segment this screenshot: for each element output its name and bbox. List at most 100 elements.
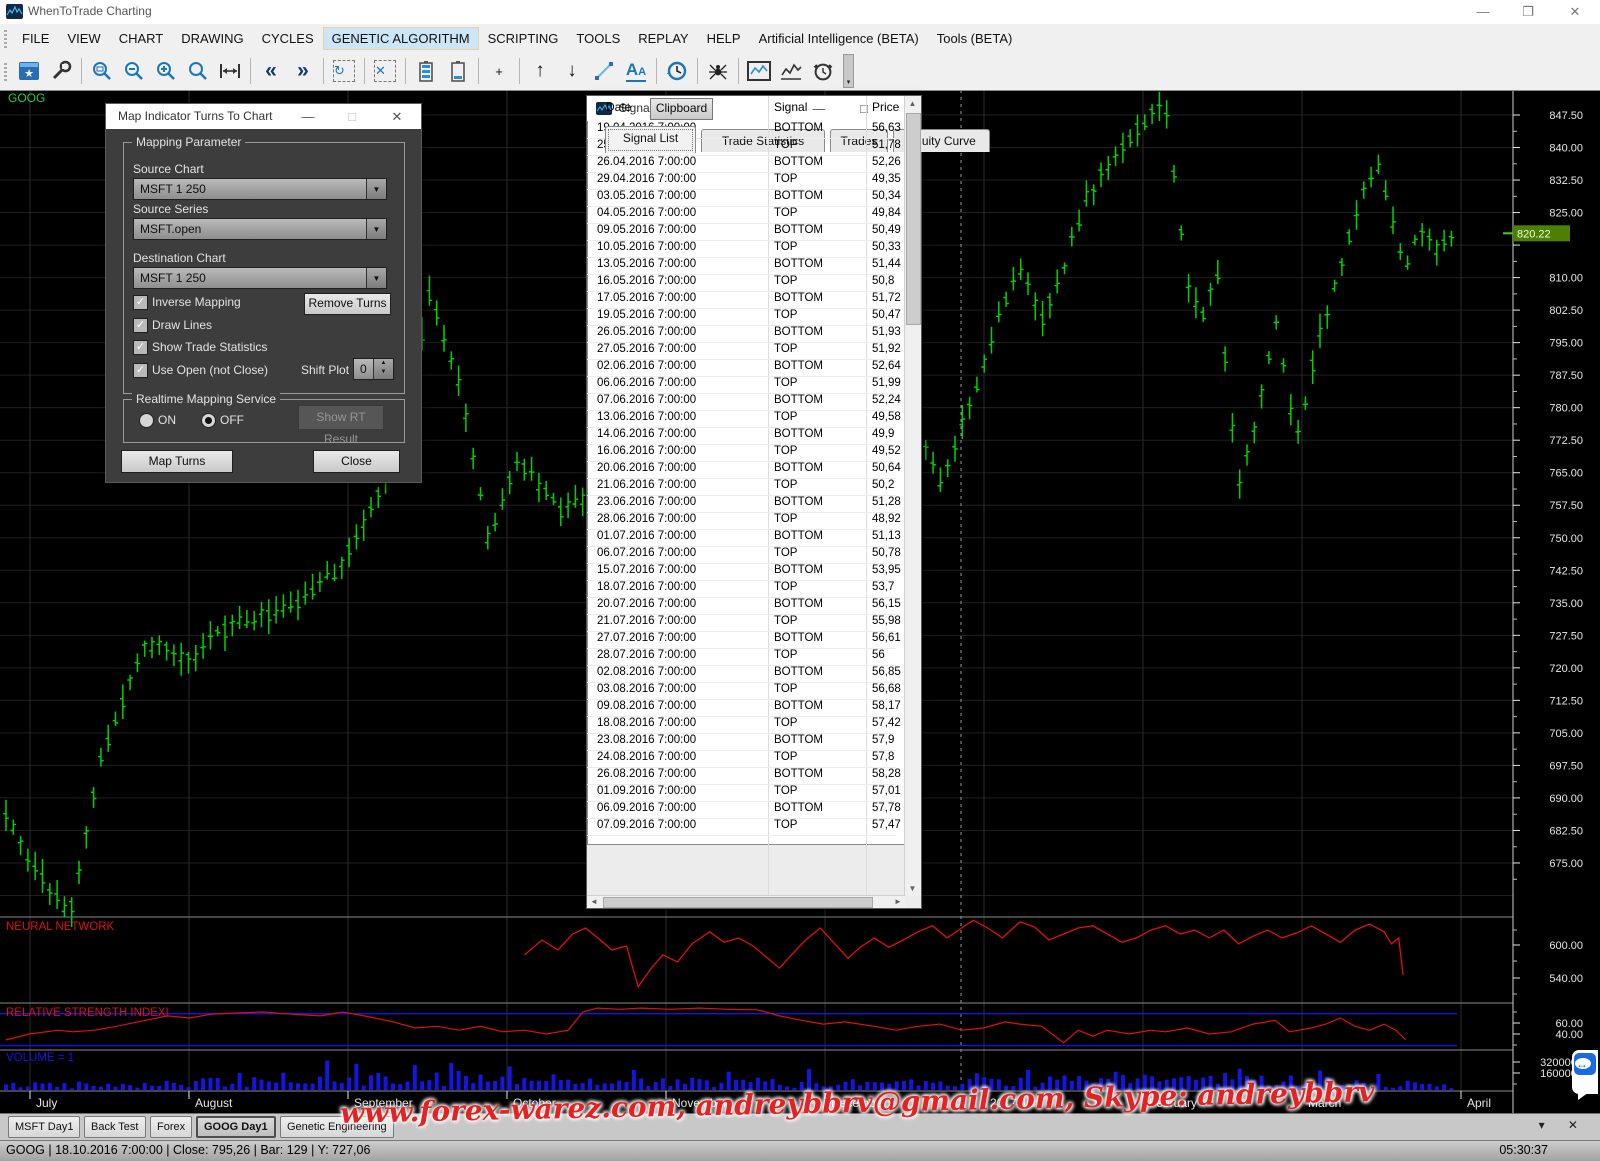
- table-row[interactable]: 26.08.2016 7:00:00BOTTOM58,28: [587, 767, 896, 785]
- scroll-left-icon[interactable]: «: [257, 57, 285, 85]
- map-close-icon[interactable]: ✕: [380, 104, 414, 129]
- clipboard-button[interactable]: Clipboard: [650, 98, 713, 120]
- checkbox-use-open-not-close-[interactable]: ✓: [133, 363, 148, 378]
- select-clear-icon[interactable]: ✕: [371, 57, 399, 85]
- remove-turns-button[interactable]: Remove Turns: [304, 293, 391, 315]
- show-rt-result-button[interactable]: Show RT Result: [298, 405, 384, 430]
- table-row[interactable]: 26.05.2016 7:00:00BOTTOM51,93: [587, 325, 896, 343]
- table-row[interactable]: 15.07.2016 7:00:00BOTTOM53,95: [587, 563, 896, 581]
- zoom-out-icon[interactable]: [120, 57, 148, 85]
- chart-tab-back-test[interactable]: Back Test: [84, 1116, 146, 1138]
- table-row[interactable]: 26.04.2016 7:00:00BOTTOM52,26: [587, 155, 896, 173]
- table-row[interactable]: 13.05.2016 7:00:00BOTTOM51,44: [587, 257, 896, 275]
- table-row[interactable]: 27.07.2016 7:00:00BOTTOM56,61: [587, 631, 896, 649]
- table-row[interactable]: 02.06.2016 7:00:00BOTTOM52,64: [587, 359, 896, 377]
- table-row[interactable]: 18.08.2016 7:00:00TOP57,42: [587, 716, 896, 734]
- table-row[interactable]: 03.05.2016 7:00:00BOTTOM50,34: [587, 189, 896, 207]
- spider-icon[interactable]: [704, 57, 732, 85]
- table-row[interactable]: 27.05.2016 7:00:00TOP51,92: [587, 342, 896, 360]
- table-row[interactable]: 06.06.2016 7:00:00TOP51,99: [587, 376, 896, 394]
- scroll-down-icon[interactable]: ▼: [905, 881, 920, 896]
- table-row[interactable]: 21.07.2016 7:00:00TOP55,98: [587, 614, 896, 632]
- menu-item-view[interactable]: VIEW: [58, 27, 109, 50]
- window-minimize-button[interactable]: —: [1468, 4, 1498, 20]
- remote-support-bubble[interactable]: ↔: [1572, 1050, 1598, 1094]
- source-chart-select[interactable]: MSFT 1 250 ▼: [133, 178, 387, 200]
- table-row[interactable]: 24.08.2016 7:00:00TOP57,8: [587, 750, 896, 768]
- strip-controls[interactable]: ▾ ✕: [1539, 1118, 1588, 1132]
- table-row[interactable]: 14.06.2016 7:00:00BOTTOM49,9: [587, 427, 896, 445]
- menu-item-chart[interactable]: CHART: [110, 27, 173, 50]
- table-row[interactable]: 23.06.2016 7:00:00BOTTOM51,28: [587, 495, 896, 513]
- line-chart-icon[interactable]: [777, 57, 805, 85]
- menu-drag-handle[interactable]: [4, 28, 7, 48]
- destination-chart-select[interactable]: MSFT 1 250 ▼: [133, 267, 387, 289]
- chart-tab-goog-day1[interactable]: GOOG Day1: [196, 1116, 276, 1138]
- table-row[interactable]: 06.09.2016 7:00:00BOTTOM57,78: [587, 801, 896, 819]
- menu-item-drawing[interactable]: DRAWING: [172, 27, 252, 50]
- hscroll-thumb[interactable]: [603, 897, 873, 908]
- new-window-icon[interactable]: ★: [15, 57, 43, 85]
- table-row[interactable]: 07.09.2016 7:00:00TOP57,47: [587, 818, 896, 836]
- signal-table-hscrollbar[interactable]: ◄ ►: [587, 895, 905, 908]
- chevron-down-icon[interactable]: ▼: [366, 179, 386, 199]
- table-row[interactable]: 01.07.2016 7:00:00BOTTOM51,13: [587, 529, 896, 547]
- toolbar-drag-handle[interactable]: [4, 61, 7, 81]
- arrow-down-icon[interactable]: ↓: [558, 57, 586, 85]
- table-row[interactable]: 09.05.2016 7:00:00BOTTOM50,49: [587, 223, 896, 241]
- table-row[interactable]: 21.06.2016 7:00:00TOP50,2: [587, 478, 896, 496]
- shift-plot-stepper[interactable]: 0 ▲▼: [353, 358, 394, 380]
- chart-tab-forex[interactable]: Forex: [150, 1116, 192, 1138]
- fit-width-icon[interactable]: [216, 57, 244, 85]
- table-row[interactable]: 20.06.2016 7:00:00BOTTOM50,64: [587, 461, 896, 479]
- menu-item-scripting[interactable]: SCRIPTING: [479, 27, 568, 50]
- menu-item-tools[interactable]: TOOLS: [567, 27, 629, 50]
- menu-item-help[interactable]: HELP: [698, 27, 750, 50]
- wrench-icon[interactable]: [47, 57, 75, 85]
- table-row[interactable]: 06.07.2016 7:00:00TOP50,78: [587, 546, 896, 564]
- table-row[interactable]: 07.06.2016 7:00:00BOTTOM52,24: [587, 393, 896, 411]
- column-header-date[interactable]: Date: [606, 100, 631, 114]
- alarm-clock-icon[interactable]: [809, 57, 837, 85]
- menu-item-genetic-algorithm[interactable]: GENETIC ALGORITHM: [323, 27, 479, 50]
- window-close-button[interactable]: ✕: [1560, 4, 1590, 20]
- vscroll-thumb[interactable]: [906, 113, 921, 325]
- table-row[interactable]: 28.06.2016 7:00:00TOP48,92: [587, 512, 896, 530]
- rt-off-radio[interactable]: [201, 413, 216, 428]
- search-icon[interactable]: [184, 57, 212, 85]
- table-row[interactable]: 16.05.2016 7:00:00TOP50,8: [587, 274, 896, 292]
- toolbar-overflow-handle[interactable]: ▾: [843, 54, 854, 88]
- menu-item-replay[interactable]: REPLAY: [629, 27, 697, 50]
- table-row[interactable]: 10.05.2016 7:00:00TOP50,33: [587, 240, 896, 258]
- font-icon[interactable]: AA: [622, 57, 650, 85]
- map-minimize-button[interactable]: —: [291, 104, 325, 129]
- history-clock-icon[interactable]: [663, 57, 691, 85]
- menu-item-tools-beta-[interactable]: Tools (BETA): [928, 27, 1022, 50]
- battery-full-icon[interactable]: [412, 57, 440, 85]
- table-row[interactable]: 18.07.2016 7:00:00TOP53,7: [587, 580, 896, 598]
- map-maximize-button[interactable]: □: [335, 104, 369, 129]
- chevron-down-icon[interactable]: ▼: [366, 268, 386, 288]
- zoom-window-icon[interactable]: [88, 57, 116, 85]
- map-close-button[interactable]: Close: [313, 450, 400, 473]
- table-row[interactable]: 20.07.2016 7:00:00BOTTOM56,15: [587, 597, 896, 615]
- table-row[interactable]: 19.05.2016 7:00:00TOP50,47: [587, 308, 896, 326]
- table-row[interactable]: 16.06.2016 7:00:00TOP49,52: [587, 444, 896, 462]
- table-row[interactable]: 03.08.2016 7:00:00TOP56,68: [587, 682, 896, 700]
- window-restore-button[interactable]: ❐: [1513, 4, 1543, 20]
- tab-signal-list[interactable]: Signal List: [605, 126, 696, 153]
- zoom-in-icon[interactable]: [152, 57, 180, 85]
- rt-on-radio[interactable]: [139, 413, 154, 428]
- chart-tab-msft-day1[interactable]: MSFT Day1: [8, 1116, 80, 1138]
- menu-item-file[interactable]: FILE: [13, 27, 58, 50]
- table-row[interactable]: 02.08.2016 7:00:00BOTTOM56,85: [587, 665, 896, 683]
- chart-tab-genetic-engineering[interactable]: Genetic Engineering: [280, 1116, 394, 1138]
- checkbox-draw-lines[interactable]: ✓: [133, 318, 148, 333]
- table-row[interactable]: 23.08.2016 7:00:00BOTTOM57,9: [587, 733, 896, 751]
- map-turns-button[interactable]: Map Turns: [121, 450, 233, 473]
- table-row[interactable]: 04.05.2016 7:00:00TOP49,84: [587, 206, 896, 224]
- menu-item-cycles[interactable]: CYCLES: [253, 27, 323, 50]
- column-header-signal[interactable]: Signal: [774, 100, 807, 114]
- chevron-down-icon[interactable]: ▼: [366, 219, 386, 239]
- chart-window-icon[interactable]: [745, 57, 773, 85]
